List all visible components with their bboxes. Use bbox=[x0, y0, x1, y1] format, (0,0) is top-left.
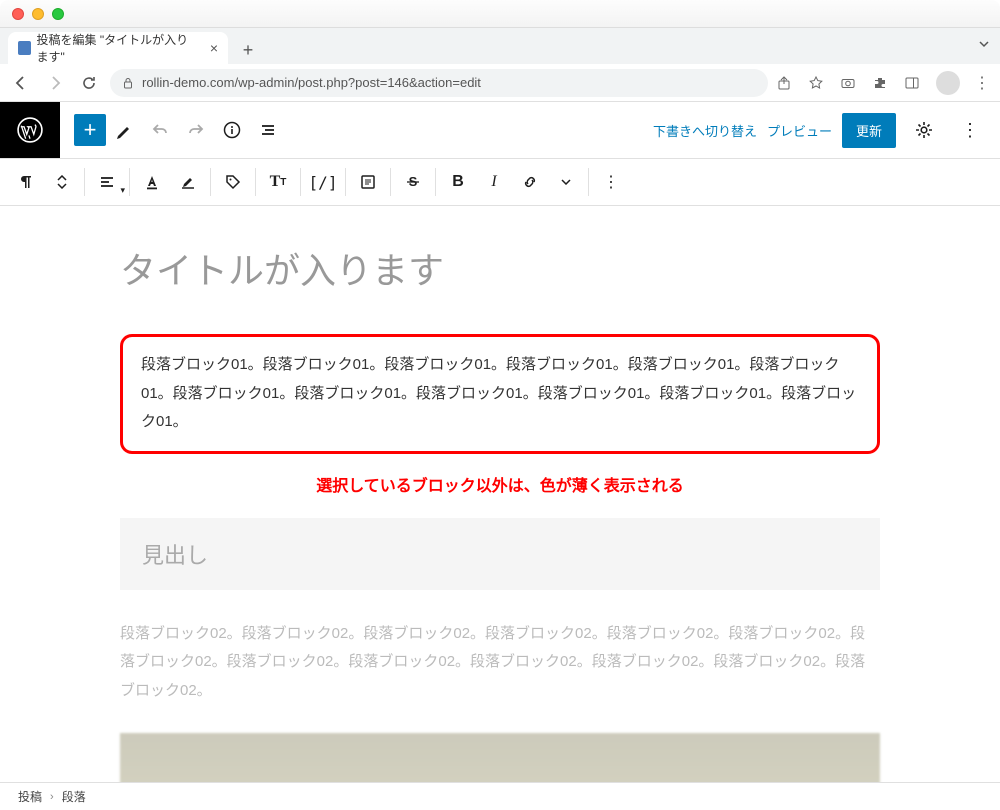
paragraph-block-dimmed[interactable]: 段落ブロック02。段落ブロック02。段落ブロック02。段落ブロック02。段落ブロ… bbox=[120, 620, 880, 706]
mac-titlebar bbox=[0, 0, 1000, 28]
window-zoom-button[interactable] bbox=[52, 8, 64, 20]
brackets-button[interactable]: [/] bbox=[305, 164, 341, 200]
bold-button[interactable]: B bbox=[440, 164, 476, 200]
blockquote-button[interactable] bbox=[350, 164, 386, 200]
settings-button[interactable] bbox=[906, 112, 942, 148]
heading-block-dimmed[interactable]: 見出し bbox=[120, 518, 880, 590]
window-close-button[interactable] bbox=[12, 8, 24, 20]
strikethrough-button[interactable]: S bbox=[395, 164, 431, 200]
browser-actions: ⋮ bbox=[776, 71, 992, 95]
url-text: rollin-demo.com/wp-admin/post.php?post=1… bbox=[142, 75, 481, 90]
browser-url-bar: rollin-demo.com/wp-admin/post.php?post=1… bbox=[0, 64, 1000, 102]
breadcrumb-post[interactable]: 投稿 bbox=[18, 788, 42, 805]
breadcrumb-paragraph[interactable]: 段落 bbox=[62, 788, 86, 805]
window-minimize-button[interactable] bbox=[32, 8, 44, 20]
move-block-button[interactable] bbox=[44, 164, 80, 200]
block-options-button[interactable]: ⋮ bbox=[593, 164, 629, 200]
image-block-dimmed[interactable] bbox=[120, 733, 880, 782]
nav-forward-button[interactable] bbox=[42, 70, 68, 96]
post-title[interactable]: タイトルが入ります bbox=[120, 242, 880, 294]
undo-button[interactable] bbox=[142, 112, 178, 148]
tab-title: 投稿を編集 "タイトルが入ります" bbox=[37, 31, 198, 65]
text-color-button[interactable] bbox=[134, 164, 170, 200]
tag-button[interactable] bbox=[215, 164, 251, 200]
browser-tab[interactable]: 投稿を編集 "タイトルが入ります" × bbox=[8, 32, 228, 64]
link-button[interactable] bbox=[512, 164, 548, 200]
browser-menu-icon[interactable]: ⋮ bbox=[972, 73, 992, 93]
paragraph-icon[interactable] bbox=[8, 164, 44, 200]
info-button[interactable] bbox=[214, 112, 250, 148]
redo-button[interactable] bbox=[178, 112, 214, 148]
browser-tab-strip: 投稿を編集 "タイトルが入ります" × + bbox=[0, 28, 1000, 64]
font-size-button[interactable]: TT bbox=[260, 164, 296, 200]
outline-button[interactable] bbox=[250, 112, 286, 148]
profile-avatar[interactable] bbox=[936, 71, 960, 95]
panel-icon[interactable] bbox=[904, 75, 924, 91]
lock-icon bbox=[122, 77, 134, 89]
nav-reload-button[interactable] bbox=[76, 70, 102, 96]
block-breadcrumb: 投稿 › 段落 bbox=[0, 782, 1000, 810]
tab-close-icon[interactable]: × bbox=[210, 40, 218, 56]
edit-tool-button[interactable] bbox=[106, 112, 142, 148]
more-formatting-button[interactable] bbox=[548, 164, 584, 200]
align-button[interactable]: ▾ bbox=[89, 164, 125, 200]
bookmark-icon[interactable] bbox=[808, 75, 828, 91]
highlight-button[interactable] bbox=[170, 164, 206, 200]
add-block-button[interactable]: + bbox=[74, 114, 106, 146]
editor-canvas[interactable]: タイトルが入ります 段落ブロック01。段落ブロック01。段落ブロック01。段落ブ… bbox=[0, 206, 1000, 782]
wp-logo[interactable] bbox=[0, 102, 60, 158]
more-menu-button[interactable]: ⋮ bbox=[952, 112, 988, 148]
annotation-text: 選択しているブロック以外は、色が薄く表示される bbox=[120, 472, 880, 496]
camera-icon[interactable] bbox=[840, 75, 860, 91]
update-button[interactable]: 更新 bbox=[842, 113, 896, 148]
url-input[interactable]: rollin-demo.com/wp-admin/post.php?post=1… bbox=[110, 69, 768, 97]
block-toolbar: ▾ TT [/] S B I ⋮ bbox=[0, 158, 1000, 206]
italic-button[interactable]: I bbox=[476, 164, 512, 200]
share-icon[interactable] bbox=[776, 75, 796, 91]
selected-paragraph-block[interactable]: 段落ブロック01。段落ブロック01。段落ブロック01。段落ブロック01。段落ブロ… bbox=[120, 334, 880, 454]
preview-button[interactable]: プレビュー bbox=[767, 121, 832, 140]
favicon-icon bbox=[18, 41, 31, 55]
nav-back-button[interactable] bbox=[8, 70, 34, 96]
breadcrumb-separator-icon: › bbox=[50, 791, 54, 803]
new-tab-button[interactable]: + bbox=[234, 36, 262, 64]
switch-to-draft-button[interactable]: 下書きへ切り替え bbox=[653, 121, 757, 140]
tabs-dropdown-icon[interactable] bbox=[978, 38, 990, 50]
extensions-icon[interactable] bbox=[872, 75, 892, 91]
wp-editor-topbar: + 下書きへ切り替え プレビュー 更新 ⋮ bbox=[0, 102, 1000, 158]
